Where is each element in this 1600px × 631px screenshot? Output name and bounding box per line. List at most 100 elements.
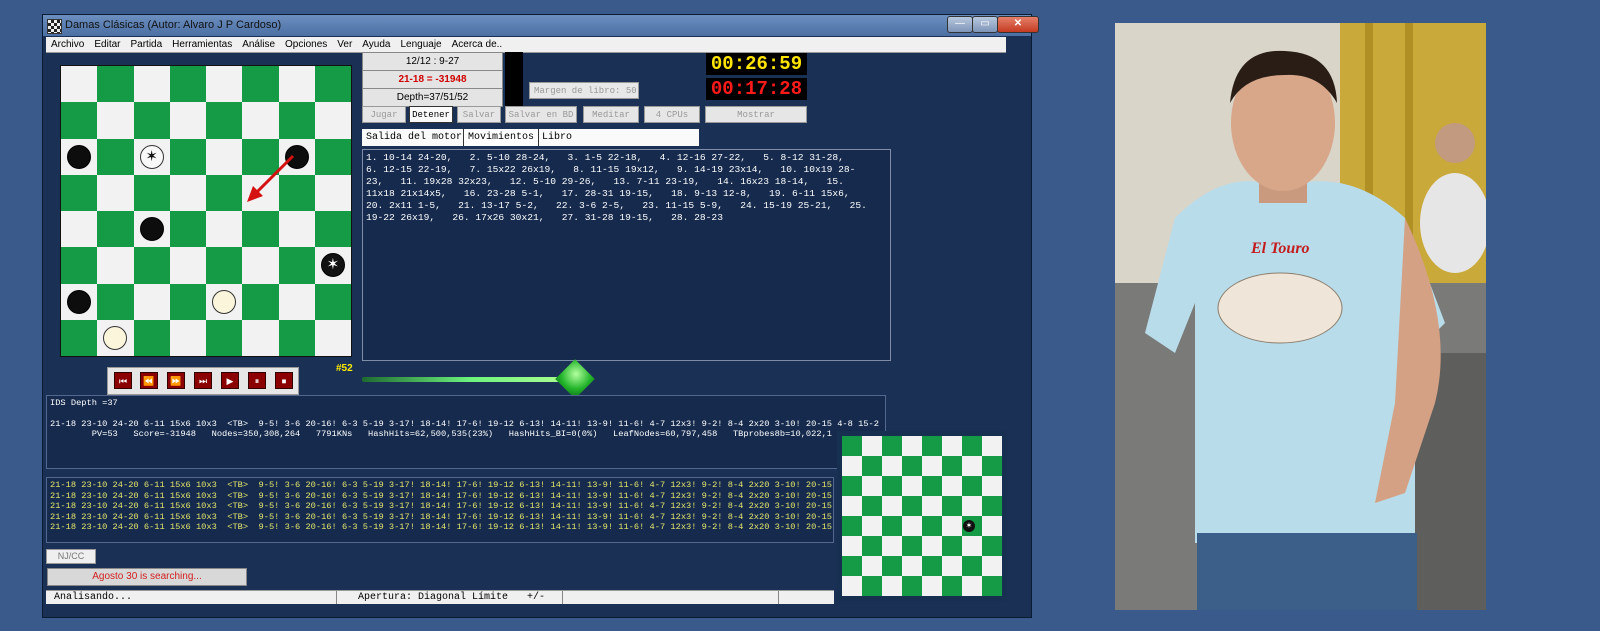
menu-ayuda[interactable]: Ayuda (357, 37, 395, 52)
board-square[interactable] (314, 319, 351, 356)
board-square[interactable] (97, 102, 134, 139)
njcc-button[interactable]: NJ/CC (46, 549, 96, 564)
board-square[interactable] (61, 211, 98, 248)
board-square[interactable] (61, 174, 98, 211)
slider-thumb[interactable] (555, 359, 595, 399)
board-square[interactable] (278, 211, 315, 248)
board-square[interactable] (278, 319, 315, 356)
board-square[interactable] (97, 66, 134, 103)
white-piece[interactable] (212, 289, 237, 314)
save-db-button[interactable]: Salvar en BD (505, 106, 577, 123)
board-square[interactable] (206, 211, 243, 248)
prev-move-icon[interactable]: ⏪ (140, 372, 158, 389)
log-line: 21-18 23-10 24-20 6-11 15x6 10x3 <TB> 9-… (50, 501, 833, 511)
board-square[interactable] (133, 283, 170, 320)
stop-icon[interactable]: ⏹ (275, 372, 293, 389)
board-square[interactable] (169, 211, 206, 248)
menu-lenguaje[interactable]: Lenguaje (395, 37, 446, 52)
board-square[interactable] (133, 102, 170, 139)
menu-editar[interactable]: Editar (89, 37, 125, 52)
next-move-icon[interactable]: ⏩ (167, 372, 185, 389)
board-square[interactable] (314, 283, 351, 320)
board-square[interactable] (314, 138, 351, 175)
board-square[interactable] (169, 319, 206, 356)
board-square[interactable] (206, 174, 243, 211)
menu-archivo[interactable]: Archivo (46, 37, 89, 52)
play-button[interactable]: Jugar (362, 106, 406, 123)
board-square[interactable] (206, 247, 243, 284)
board-square[interactable] (278, 102, 315, 139)
clock-white: 00:26:59 (706, 53, 807, 75)
board-square[interactable] (61, 319, 98, 356)
stop-button[interactable]: Detener (409, 106, 453, 123)
tab-engine-output[interactable]: Salida del motor (362, 129, 466, 146)
moves-list[interactable]: 1. 10-14 24-20, 2. 5-10 28-24, 3. 1-5 22… (362, 149, 891, 361)
pause-icon[interactable]: ⏸ (248, 372, 266, 389)
black-piece[interactable] (139, 217, 164, 242)
book-margin-field[interactable]: Margen de libro: 50 (529, 82, 639, 99)
board-square[interactable] (242, 319, 279, 356)
board-square[interactable] (169, 247, 206, 284)
meditate-button[interactable]: Meditar (583, 106, 639, 123)
black-piece[interactable] (67, 289, 92, 314)
board-square[interactable] (133, 66, 170, 103)
last-move-icon[interactable]: ⏭ (194, 372, 212, 389)
board-square[interactable] (133, 319, 170, 356)
menu-acerca[interactable]: Acerca de.. (447, 37, 508, 52)
board-square[interactable] (61, 247, 98, 284)
checkers-board[interactable]: ✶ ✶ (60, 65, 352, 357)
minimize-button[interactable]: — (947, 16, 973, 33)
board-square[interactable] (314, 211, 351, 248)
close-button[interactable]: ✕ (997, 16, 1039, 33)
cpus-button[interactable]: 4 CPUs (644, 106, 700, 123)
board-square[interactable] (314, 174, 351, 211)
board-square[interactable] (169, 66, 206, 103)
play-icon[interactable]: ▶ (221, 372, 239, 389)
move-number: #52 (336, 363, 353, 374)
maximize-button[interactable]: ▭ (972, 16, 998, 33)
board-square[interactable] (242, 66, 279, 103)
board-square[interactable] (97, 247, 134, 284)
show-button[interactable]: Mostrar (705, 106, 807, 123)
board-square[interactable] (97, 283, 134, 320)
board-square[interactable] (97, 174, 134, 211)
board-square[interactable] (314, 102, 351, 139)
board-square[interactable] (242, 283, 279, 320)
board-square[interactable] (169, 102, 206, 139)
save-button[interactable]: Salvar (457, 106, 501, 123)
first-move-icon[interactable]: ⏮ (114, 372, 132, 389)
board-square[interactable] (278, 247, 315, 284)
board-square[interactable] (169, 174, 206, 211)
board-square[interactable] (97, 211, 134, 248)
white-king-piece[interactable]: ✶ (139, 144, 164, 169)
board-square[interactable] (206, 66, 243, 103)
board-square[interactable] (278, 66, 315, 103)
board-square[interactable] (206, 319, 243, 356)
game-slider[interactable] (362, 377, 577, 382)
board-square[interactable] (97, 138, 134, 175)
board-square[interactable] (242, 211, 279, 248)
board-square[interactable] (242, 247, 279, 284)
menu-herramientas[interactable]: Herramientas (167, 37, 237, 52)
menu-partida[interactable]: Partida (125, 37, 167, 52)
board-square[interactable] (206, 138, 243, 175)
menu-analise[interactable]: Análise (237, 37, 280, 52)
board-square[interactable] (133, 174, 170, 211)
board-square[interactable] (278, 283, 315, 320)
menu-opciones[interactable]: Opciones (280, 37, 332, 52)
board-square[interactable] (133, 247, 170, 284)
board-square[interactable] (169, 283, 206, 320)
tab-moves[interactable]: Movimientos (463, 129, 540, 146)
menu-ver[interactable]: Ver (332, 37, 357, 52)
board-square[interactable] (206, 102, 243, 139)
mini-board-square (942, 476, 962, 496)
board-square[interactable] (242, 102, 279, 139)
black-piece[interactable] (67, 144, 92, 169)
tab-book[interactable]: Libro (538, 129, 576, 146)
board-square[interactable] (61, 66, 98, 103)
board-square[interactable] (314, 66, 351, 103)
board-square[interactable] (61, 102, 98, 139)
mini-board-square (902, 496, 922, 516)
title-bar[interactable]: Damas Clásicas (Autor: Alvaro J P Cardos… (43, 15, 1039, 36)
board-square[interactable] (169, 138, 206, 175)
